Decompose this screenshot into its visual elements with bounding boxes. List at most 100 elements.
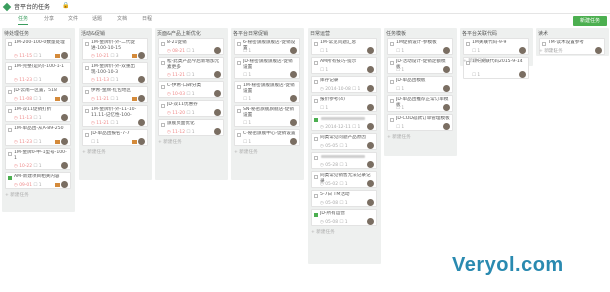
task-card[interactable]: C-伊希-口碑分类 ◷ 10-03 ☐ 1 <box>158 81 224 98</box>
assignee-avatar[interactable] <box>61 162 68 169</box>
task-card[interactable]: JD-云南一区置，518 ◷ 11-08 ☐ 1 <box>5 86 71 103</box>
assignee-avatar[interactable] <box>214 90 221 97</box>
task-card[interactable]: JD-COD返款订单管理模板 ☐ 1 <box>387 114 453 131</box>
task-card[interactable]: 1M-完整(是的)-100-1-1 ◷ 11-23 ☐ 1 <box>5 62 71 84</box>
assignee-avatar[interactable] <box>367 123 374 130</box>
task-checkbox[interactable] <box>237 109 241 113</box>
project-title[interactable]: 音平台的任务 <box>14 2 50 11</box>
task-checkbox[interactable] <box>8 109 12 113</box>
task-checkbox[interactable] <box>85 66 89 70</box>
task-card[interactable]: 1M-金牌0-中-1型号-100-1 ◷ 10-22 ☐ 1 <box>5 148 71 170</box>
task-checkbox[interactable] <box>237 85 241 89</box>
assignee-avatar[interactable] <box>214 109 221 116</box>
task-card[interactable]: 5-7日 TM活动 ◷ 05-08 ☐ 1 <box>311 190 377 207</box>
task-card[interactable]: C-秘密旗舰中心-促销设置 ☐ 1 <box>234 129 300 146</box>
assignee-avatar[interactable] <box>290 138 297 145</box>
task-checkbox[interactable] <box>8 66 12 70</box>
task-checkbox[interactable] <box>390 80 394 84</box>
assignee-avatar[interactable] <box>519 71 526 78</box>
assignee-avatar[interactable] <box>138 95 145 102</box>
tab-docs[interactable]: 文档 <box>117 15 127 25</box>
task-card[interactable]: ◷ 05-28 ☐ 1 <box>311 152 377 169</box>
assignee-avatar[interactable] <box>61 76 68 83</box>
assignee-avatar[interactable] <box>443 47 450 54</box>
assignee-avatar[interactable] <box>367 142 374 149</box>
task-card[interactable]: JD-秘密旗舰旗舰店-促销设置 ☐ 1 <box>234 57 300 79</box>
assignee-avatar[interactable] <box>367 218 374 225</box>
assignee-avatar[interactable] <box>61 52 68 59</box>
task-checkbox[interactable] <box>237 61 241 65</box>
task-checkbox[interactable] <box>8 90 12 94</box>
task-checkbox[interactable] <box>542 42 546 46</box>
tab-schedule[interactable]: 日程 <box>142 15 152 25</box>
assignee-avatar[interactable] <box>61 95 68 102</box>
assignee-avatar[interactable] <box>367 199 374 206</box>
task-checkbox[interactable] <box>314 118 318 122</box>
task-card[interactable]: 1M-200-100-0数量处理 ◷ 11-15 ☐ 1 <box>5 38 71 60</box>
task-card[interactable]: 报价参考(4) ☐ 1 <box>311 95 377 112</box>
assignee-avatar[interactable] <box>61 138 68 145</box>
assignee-avatar[interactable] <box>367 161 374 168</box>
task-checkbox[interactable] <box>390 61 394 65</box>
add-task-link[interactable]: + 新建任务 <box>463 58 487 64</box>
task-card[interactable]: JD-单品团报名-7-7 ☐ 1 <box>82 129 148 146</box>
task-checkbox[interactable] <box>390 118 394 122</box>
tab-share[interactable]: 分享 <box>44 15 54 25</box>
task-checkbox[interactable] <box>314 80 318 84</box>
assignee-avatar[interactable] <box>61 114 68 121</box>
assignee-avatar[interactable] <box>214 128 221 135</box>
task-checkbox[interactable] <box>161 104 165 108</box>
task-checkbox[interactable] <box>314 61 318 65</box>
task-card[interactable]: JD-单品团模板 ☐ 1 <box>387 76 453 93</box>
task-card[interactable]: 1M-金牌价-外-二代促进-100-10-15 ◷ 10-21 ☐ 3 <box>82 38 148 60</box>
assignee-avatar[interactable] <box>138 138 145 145</box>
task-checkbox[interactable] <box>8 176 12 180</box>
assignee-avatar[interactable] <box>367 180 374 187</box>
task-checkbox[interactable] <box>314 213 318 217</box>
assignee-avatar[interactable] <box>138 76 145 83</box>
task-card[interactable]: 1M促销设计-参模板 ☐ 1 <box>387 38 453 55</box>
task-card[interactable]: 1M-秘密旗舰旗舰店-促销设置 ☐ 1 <box>234 81 300 103</box>
task-card[interactable]: 1M-常见问题汇总 ☐ 1 <box>311 38 377 55</box>
assignee-avatar[interactable] <box>443 104 450 111</box>
task-card[interactable]: 1M关联代码-9-9 ☐ 1 <box>463 38 529 55</box>
task-checkbox[interactable] <box>314 175 318 179</box>
assignee-avatar[interactable] <box>61 181 68 188</box>
add-task-link[interactable]: + 新建任务 <box>234 149 258 155</box>
task-card[interactable]: JD-活动设计-促销定额模板 ☐ 1 <box>387 57 453 74</box>
task-card[interactable]: 8-21促销 ◷ 08-21 ☐ 1 <box>158 38 224 55</box>
add-task-link[interactable]: + 新建任务 <box>5 192 29 198</box>
assignee-avatar[interactable] <box>290 71 297 78</box>
task-checkbox[interactable] <box>8 128 12 132</box>
assignee-avatar[interactable] <box>290 47 297 54</box>
task-card[interactable]: 同类常见销售无法记录记录 ◷ 05-02 ☐ 1 <box>311 171 377 188</box>
task-checkbox[interactable] <box>161 123 165 127</box>
assignee-avatar[interactable] <box>214 47 221 54</box>
task-checkbox[interactable] <box>161 42 165 46</box>
add-task-link[interactable]: + 新建任务 <box>82 149 106 155</box>
assignee-avatar[interactable] <box>138 119 145 126</box>
task-card[interactable]: 库存记录 ◷ 2014-10-08 ☐ 1 <box>311 76 377 93</box>
tab-files[interactable]: 文件 <box>68 15 78 25</box>
assignee-avatar[interactable] <box>367 85 374 92</box>
task-card[interactable]: 伊希-金牌-红包地区 ◷ 11-21 ☐ 1 <box>82 86 148 103</box>
task-checkbox[interactable] <box>161 85 165 89</box>
assignee-avatar[interactable] <box>367 104 374 111</box>
task-card[interactable]: 1M-单品团-从A-89-250 ◷ 11-23 ☐ 1 <box>5 124 71 146</box>
task-card[interactable]: 1M-双11促销打折 ◷ 11-13 ☐ 1 <box>5 105 71 122</box>
add-task-link[interactable]: + 新建任务 <box>539 48 563 54</box>
task-checkbox[interactable] <box>85 109 89 113</box>
task-card[interactable]: 同类常见问题产品原因 ◷ 05-05 ☐ 1 <box>311 133 377 150</box>
assignee-avatar[interactable] <box>290 119 297 126</box>
task-checkbox[interactable] <box>85 90 89 94</box>
tab-tasks[interactable]: 任务 <box>18 15 29 25</box>
task-card[interactable]: AM-新建项目相关内容 ◷ 09-01 ☐ 1 <box>5 172 71 189</box>
task-checkbox[interactable] <box>314 156 318 160</box>
task-checkbox[interactable] <box>8 42 12 46</box>
add-task-link[interactable]: + 新建任务 <box>387 134 411 140</box>
task-card[interactable]: SN-秘密旗舰旗舰店-促销设置 ☐ 1 <box>234 105 300 127</box>
assignee-avatar[interactable] <box>138 52 145 59</box>
task-card[interactable]: JD-双11优惠券 ◷ 11-20 ☐ 1 <box>158 100 224 117</box>
task-checkbox[interactable] <box>161 61 165 65</box>
new-task-button[interactable]: 新建任务 <box>573 16 607 26</box>
